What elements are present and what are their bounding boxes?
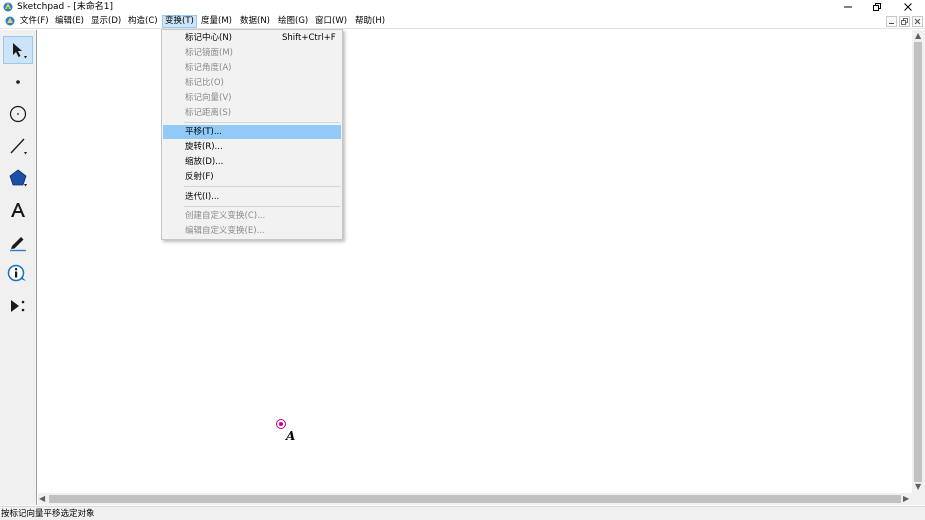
menu-measure[interactable]: 度量(M) [199,15,234,28]
info-icon [7,264,26,282]
minimize-icon [844,6,852,8]
horizontal-scrollbar[interactable]: ◀ ▶ [38,493,912,505]
menu-separator [184,206,340,207]
information-tool[interactable] [3,260,33,288]
minimize-button[interactable] [833,0,863,14]
polygon-tool[interactable] [3,164,33,192]
arrow-icon [13,43,27,59]
menu-separator [184,186,340,187]
marker-tool[interactable] [3,228,33,256]
menu-item-label: 缩放(D)... [185,157,224,167]
text-tool[interactable] [3,196,33,224]
menu-item-label: 平移(T)... [185,127,222,137]
play-custom-icon [11,300,25,312]
menu-item-create-custom-transform[interactable]: 创建自定义变换(C)... [163,209,341,223]
point-icon [16,80,20,84]
menu-item-shortcut: Shift+Ctrl+F [282,33,336,43]
menu-item-label: 编辑自定义变换(E)... [185,226,265,236]
restore-icon [901,18,908,25]
point-a-center [279,422,283,426]
menu-item-label: 标记镜面(M) [185,48,233,58]
menu-display[interactable]: 显示(D) [89,15,123,28]
toolbox [0,30,37,505]
doc-restore-button[interactable] [899,16,910,27]
close-button[interactable] [893,0,923,14]
close-icon [914,18,921,25]
restore-icon [873,3,881,11]
menu-transform[interactable]: 变换(T) [162,15,197,28]
vertical-scroll-thumb[interactable] [914,42,922,482]
status-bar: 按标记向量平移选定对象 [0,506,925,520]
menu-item-mark-angle[interactable]: 标记角度(A) [163,61,341,75]
menu-item-translate[interactable]: 平移(T)... [163,125,341,139]
text-a-icon [11,203,25,217]
menu-edit[interactable]: 编辑(E) [53,15,86,28]
polygon-icon [9,169,27,187]
menu-file[interactable]: 文件(F) [18,15,51,28]
title-bar: Sketchpad - [未命名1] [0,0,925,14]
restore-button[interactable] [862,0,892,14]
point-tool[interactable] [3,68,33,96]
scroll-left-arrow-icon[interactable]: ◀ [39,494,45,504]
segment-icon [10,138,27,155]
menu-item-label: 迭代(I)... [185,192,220,202]
marker-pen-icon [10,237,26,252]
horizontal-scroll-thumb[interactable] [49,495,901,503]
doc-minimize-button[interactable] [886,16,897,27]
menu-bar: 文件(F) 编辑(E) 显示(D) 构造(C) 变换(T) 度量(M) 数据(N… [0,14,925,29]
vertical-scrollbar[interactable]: ▲ ▼ [912,30,925,493]
scroll-corner [912,493,925,505]
menu-item-label: 标记中心(N) [185,33,232,43]
custom-tool[interactable] [3,292,33,320]
doc-close-button[interactable] [912,16,923,27]
menu-item-label: 标记距离(S) [185,108,232,118]
menu-item-label: 标记角度(A) [185,63,232,73]
menu-item-reflect[interactable]: 反射(F) [163,170,341,184]
scroll-down-arrow-icon[interactable]: ▼ [915,482,921,492]
menu-item-mark-ratio[interactable]: 标记比(O) [163,76,341,90]
scroll-right-arrow-icon[interactable]: ▶ [903,494,909,504]
close-icon [904,3,912,11]
point-a-label[interactable]: A [286,429,295,443]
menu-item-rotate[interactable]: 旋转(R)... [163,140,341,154]
window-title: Sketchpad - [未命名1] [17,2,113,12]
menu-item-label: 创建自定义变换(C)... [185,211,266,221]
menu-item-mark-mirror[interactable]: 标记镜面(M) [163,46,341,60]
status-text: 按标记向量平移选定对象 [1,509,95,519]
minimize-icon [889,23,894,24]
menu-item-label: 标记比(O) [185,78,224,88]
menu-item-label: 反射(F) [185,172,214,182]
menu-item-mark-distance[interactable]: 标记距离(S) [163,106,341,120]
straightedge-tool[interactable] [3,132,33,160]
transform-menu-dropdown: 标记中心(N) Shift+Ctrl+F 标记镜面(M) 标记角度(A) 标记比… [161,29,343,240]
menu-window[interactable]: 窗口(W) [313,15,349,28]
menu-item-mark-vector[interactable]: 标记向量(V) [163,91,341,105]
sketchpad-app-icon [3,2,13,12]
menu-help[interactable]: 帮助(H) [353,15,387,28]
menu-item-dilate[interactable]: 缩放(D)... [163,155,341,169]
menu-data[interactable]: 数据(N) [238,15,272,28]
menu-item-mark-center[interactable]: 标记中心(N) Shift+Ctrl+F [163,31,341,45]
menu-graph[interactable]: 绘图(G) [276,15,310,28]
menu-item-edit-custom-transform[interactable]: 编辑自定义变换(E)... [163,224,341,238]
compass-tool[interactable] [3,100,33,128]
point-a[interactable] [276,419,286,429]
scroll-up-arrow-icon[interactable]: ▲ [915,31,921,41]
document-icon[interactable] [5,16,15,26]
menu-item-label: 标记向量(V) [185,93,232,103]
menu-separator [184,122,340,123]
menu-item-label: 旋转(R)... [185,142,223,152]
menu-item-iterate[interactable]: 迭代(I)... [163,190,341,204]
selection-arrow-tool[interactable] [3,36,33,64]
menu-construct[interactable]: 构造(C) [126,15,160,28]
circle-icon [9,105,27,123]
